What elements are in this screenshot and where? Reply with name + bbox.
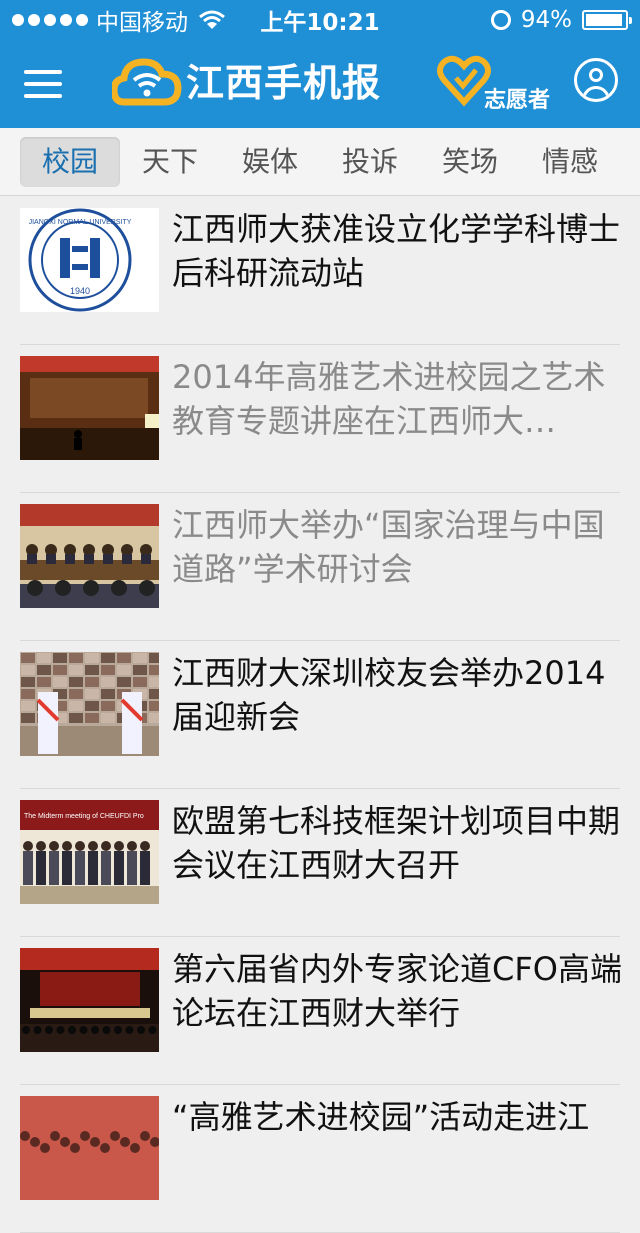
menu-icon-line [24, 70, 62, 74]
tab-2[interactable]: 娱体 [220, 137, 320, 187]
news-list: JIANGXI NORMAL UNIVERSITY 1940 江西师大获准设立化学学… [0, 197, 640, 1233]
thumb-label: The Midterm meeting of CHEUFDI Pro [24, 813, 144, 820]
wifi-icon [198, 10, 226, 30]
news-title: “高雅艺术进校园”活动走进江 [172, 1098, 590, 1136]
logo-cloud-icon [112, 58, 182, 106]
news-title: 江西师大举办“国家治理与中国道路”学术研讨会 [172, 506, 605, 588]
news-thumbnail [20, 1096, 159, 1200]
tab-1[interactable]: 天下 [120, 137, 220, 187]
news-title: 2014年高雅艺术进校园之艺术教育专题讲座在江西师大… [172, 358, 606, 440]
news-item[interactable]: “高雅艺术进校园”活动走进江 [0, 1085, 640, 1233]
battery-percent: 94% [520, 7, 572, 33]
news-item[interactable]: The Midterm meeting of CHEUFDI Pro 欧盟第七科技… [0, 789, 640, 937]
news-thumbnail [20, 504, 159, 608]
nav-bar: 江西手机报 志愿者 [0, 40, 640, 128]
battery-fill [586, 14, 622, 26]
app-logo: 江西手机报 [112, 50, 381, 108]
news-item[interactable]: 江西财大深圳校友会举办2014届迎新会 [0, 641, 640, 789]
thumb-label: JIANGXI NORMAL UNIVERSITY [29, 219, 132, 226]
news-item[interactable]: 第六届省内外专家论道CFO高端论坛在江西财大举行 [0, 937, 640, 1085]
user-icon [589, 68, 603, 82]
news-item[interactable]: JIANGXI NORMAL UNIVERSITY 1940 江西师大获准设立化学学… [0, 197, 640, 345]
news-title: 欧盟第七科技框架计划项目中期会议在江西财大召开 [172, 802, 621, 884]
tab-5[interactable]: 情感 [520, 137, 620, 187]
battery-icon [582, 10, 632, 30]
status-bar: 中国移动 上午10:21 94% [0, 0, 640, 40]
tab-0[interactable]: 校园 [20, 136, 120, 187]
tab-4[interactable]: 笑场 [420, 137, 520, 187]
news-item[interactable]: 2014年高雅艺术进校园之艺术教育专题讲座在江西师大… [0, 345, 640, 493]
news-item[interactable]: 江西师大举办“国家治理与中国道路”学术研讨会 [0, 493, 640, 641]
tab-3[interactable]: 投诉 [320, 137, 420, 187]
news-thumbnail [20, 356, 159, 460]
carrier-name: 中国移动 [96, 10, 188, 36]
app-header: 中国移动 上午10:21 94% 江西手机报 志愿者 [0, 0, 640, 128]
category-tabs: 校园 天下 娱体 投诉 笑场 情感 [0, 128, 640, 196]
news-title: 江西财大深圳校友会举办2014届迎新会 [172, 654, 606, 736]
signal-strength-icon [12, 14, 88, 26]
news-title: 江西师大获准设立化学学科博士后科研流动站 [172, 210, 621, 292]
menu-icon-line [24, 94, 62, 98]
volunteer-label: 志愿者 [484, 88, 551, 113]
alarm-icon [490, 10, 511, 30]
news-thumbnail: JIANGXI NORMAL UNIVERSITY 1940 [20, 208, 159, 312]
logo-text: 江西手机报 [186, 60, 382, 105]
news-thumbnail [20, 948, 159, 1052]
thumb-year: 1940 [70, 286, 90, 296]
profile-button[interactable] [574, 58, 618, 102]
volunteer-button[interactable]: 志愿者 [436, 52, 556, 116]
news-title: 第六届省内外专家论道CFO高端论坛在江西财大举行 [172, 950, 622, 1032]
menu-button[interactable] [12, 53, 74, 115]
menu-icon-line [24, 82, 62, 86]
news-thumbnail: The Midterm meeting of CHEUFDI Pro [20, 800, 159, 904]
news-thumbnail [20, 652, 159, 756]
